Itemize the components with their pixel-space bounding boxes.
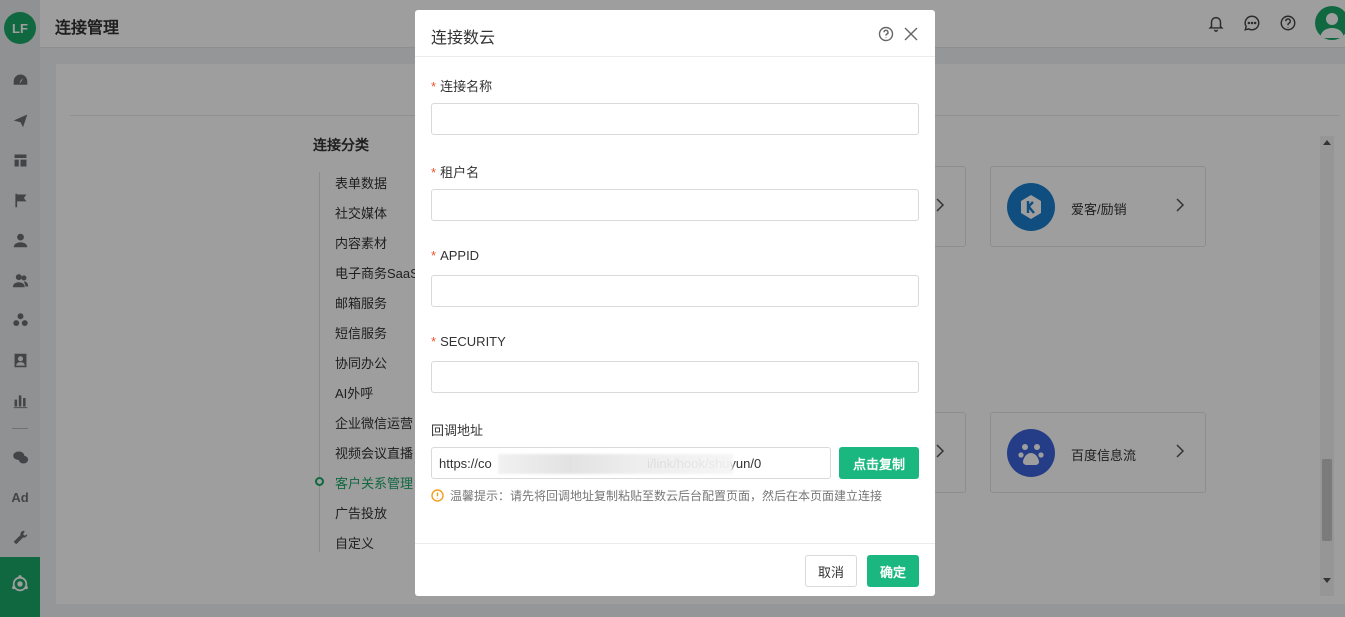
label-text: 连接名称 [440, 79, 493, 94]
label-text: APPID [440, 248, 480, 263]
confirm-button[interactable]: 确定 [867, 555, 919, 587]
label-text: SECURITY [440, 334, 506, 349]
tenant-name-label: * 租户名 [431, 162, 479, 181]
required-asterisk: * [431, 334, 437, 349]
tenant-name-input[interactable] [431, 189, 919, 221]
cancel-button[interactable]: 取消 [805, 555, 857, 587]
appid-input[interactable] [431, 275, 919, 307]
label-text: 租户名 [440, 165, 480, 180]
connection-name-input[interactable] [431, 103, 919, 135]
tip-message: 温馨提示：请先将回调地址复制粘贴至数云后台配置页面，然后在本页面建立连接 [431, 487, 882, 504]
required-asterisk: * [431, 165, 437, 180]
security-input[interactable] [431, 361, 919, 393]
callback-url-label: 回调地址 [431, 423, 484, 438]
connection-name-label: * 连接名称 [431, 76, 492, 95]
dialog-footer: 取消 确定 [415, 543, 935, 596]
close-icon[interactable] [903, 26, 919, 42]
appid-label: * APPID [431, 248, 479, 263]
redacted-url-segment [498, 454, 733, 474]
connect-shuyun-dialog: 连接数云 *连接名称 *租户名 *APPID *SECURITY 回调地址 点击… [415, 10, 935, 596]
required-asterisk: * [431, 248, 437, 263]
warning-circle-icon [431, 489, 444, 502]
tip-text: 温馨提示：请先将回调地址复制粘贴至数云后台配置页面，然后在本页面建立连接 [450, 489, 883, 503]
dialog-title: 连接数云 [431, 30, 496, 47]
copy-url-button[interactable]: 点击复制 [839, 447, 919, 479]
question-circle-icon[interactable] [878, 26, 894, 42]
dialog-header: 连接数云 [415, 10, 935, 57]
security-label: * SECURITY [431, 334, 506, 349]
required-asterisk: * [431, 79, 437, 94]
